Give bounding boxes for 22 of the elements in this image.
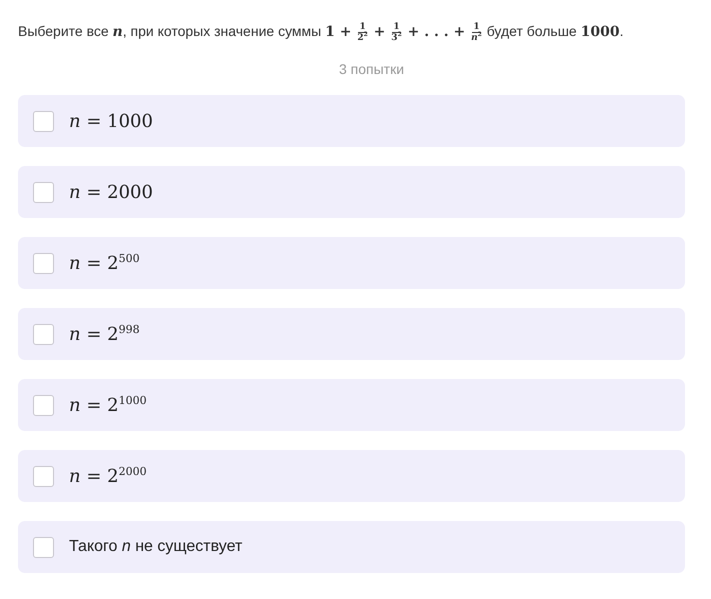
answer-option[interactable]: n = 2$^{500}$ (18, 237, 685, 289)
answer-option[interactable]: n = 2$^{1000}$ (18, 379, 685, 431)
checkbox[interactable] (33, 182, 54, 202)
option-label: n = 2$^{998}$ (69, 324, 140, 344)
attempts-count: 3 попытки (338, 61, 404, 77)
answer-option[interactable]: Такого n не существует (18, 521, 685, 573)
answer-option[interactable]: n = 2000 (18, 166, 685, 218)
checkbox[interactable] (33, 252, 54, 274)
answer-option[interactable]: n = 2$^{998}$ (18, 308, 685, 360)
option-label: n = 2$^{1000}$ (69, 394, 147, 416)
checkbox[interactable] (33, 394, 54, 416)
option-label: Такого n не существует (69, 538, 242, 556)
answer-option[interactable]: n = 2$^{2000}$ (18, 450, 685, 502)
option-label: n = 2$^{500}$ (69, 252, 140, 274)
checkbox[interactable] (33, 466, 54, 486)
checkbox[interactable] (33, 110, 54, 132)
option-label: n = 1000 (69, 110, 153, 132)
checkbox[interactable] (33, 324, 54, 344)
option-label: n = 2$^{2000}$ (69, 466, 147, 486)
option-label: n = 2000 (69, 182, 153, 202)
checkbox[interactable] (33, 536, 54, 558)
answer-option[interactable]: n = 1000 (18, 95, 685, 147)
